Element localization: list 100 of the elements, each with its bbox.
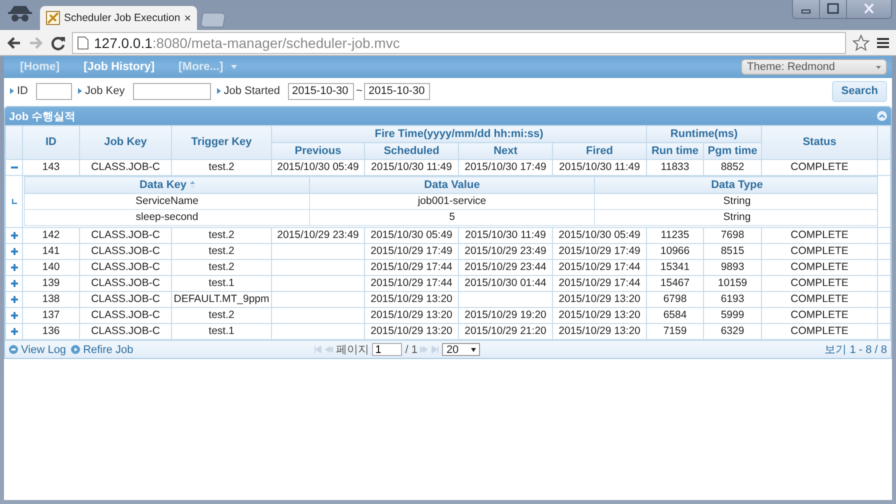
table-cell: 9893 xyxy=(704,260,762,276)
expand-icon[interactable] xyxy=(10,264,18,271)
column-header: Fired xyxy=(552,142,647,160)
page-field[interactable]: 1 xyxy=(372,343,402,356)
table-cell: String xyxy=(594,194,878,210)
text-field[interactable] xyxy=(132,82,211,100)
table-cell: DEFAULT.MT_9ppm xyxy=(172,292,272,308)
column-header: Job Key xyxy=(80,126,172,160)
column-header: Pgm time xyxy=(704,142,762,160)
table-cell: 142 xyxy=(22,228,80,244)
table-cell: test.2 xyxy=(172,244,272,260)
column-group-header: Fire Time(yyyy/mm/dd hh:mi:ss) xyxy=(272,126,647,142)
table-cell: 2015/10/29 13:20 xyxy=(552,292,647,308)
chevron-icon xyxy=(216,88,221,94)
table-cell: 5999 xyxy=(704,308,762,324)
search-button[interactable]: Search xyxy=(832,80,887,102)
table-cell: COMPLETE xyxy=(762,308,878,324)
record-summary: 보기 1 - 8 / 8 xyxy=(824,343,887,357)
expand-icon[interactable] xyxy=(10,280,18,287)
page-favicon-icon xyxy=(46,11,60,25)
expand-icon[interactable] xyxy=(10,248,18,255)
star-icon[interactable] xyxy=(852,34,870,52)
table-cell: CLASS.JOB-C xyxy=(80,292,172,308)
tab-close-button[interactable]: × xyxy=(184,11,192,25)
caret-icon xyxy=(231,65,238,69)
text-field[interactable] xyxy=(36,82,72,100)
expand-icon[interactable] xyxy=(10,232,18,239)
field-label: Job Key xyxy=(85,85,125,97)
close-button[interactable] xyxy=(846,0,891,18)
address-field[interactable]: 127.0.0.1:8080/meta-manager/scheduler-job.mvc xyxy=(72,32,846,54)
column-header[interactable]: Data Key xyxy=(24,176,310,194)
table-cell: COMPLETE xyxy=(762,228,878,244)
page-icon xyxy=(77,36,89,50)
table-cell: 6798 xyxy=(646,292,704,308)
table-cell: CLASS.JOB-C xyxy=(80,244,172,260)
range-separator: ~ xyxy=(356,85,362,97)
caret-icon xyxy=(876,66,881,68)
table-cell: 137 xyxy=(22,308,80,324)
table-cell: test.2 xyxy=(172,308,272,324)
table-cell: 10966 xyxy=(646,244,704,260)
chevron-icon xyxy=(78,88,82,94)
table-cell: 6584 xyxy=(646,308,704,324)
date-field[interactable]: 2015-10-30 xyxy=(288,82,354,100)
table-cell: 8515 xyxy=(704,244,762,260)
table-cell: 6193 xyxy=(704,292,762,308)
table-cell: 2015/10/29 17:44 xyxy=(552,260,647,276)
column-header[interactable]: Data Value xyxy=(310,176,594,194)
column-header: Run time xyxy=(646,142,704,160)
field-label: ID xyxy=(17,85,28,97)
page-total: / 1 xyxy=(405,344,418,356)
column-header: Status xyxy=(762,126,878,160)
table-cell: CLASS.JOB-C xyxy=(80,276,172,292)
back-button[interactable] xyxy=(6,34,22,50)
table-cell: 15341 xyxy=(646,260,704,276)
action-link[interactable]: Refire Job xyxy=(71,344,134,356)
table-cell: 2015/10/29 13:20 xyxy=(364,308,458,324)
expand-icon[interactable] xyxy=(10,312,18,319)
action-link[interactable]: View Log xyxy=(9,344,66,356)
minimize-button[interactable] xyxy=(793,0,819,18)
column-header: Previous xyxy=(272,142,364,160)
table-cell: 2015/10/30 05:49 xyxy=(364,228,458,244)
field-label: Job Started xyxy=(224,85,280,97)
table-cell: 2015/10/30 11:49 xyxy=(458,228,552,244)
table-cell: test.1 xyxy=(172,276,272,292)
table-cell: CLASS.JOB-C xyxy=(80,228,172,244)
menu-icon[interactable] xyxy=(876,36,890,50)
table-cell: COMPLETE xyxy=(762,276,878,292)
table-cell: 10159 xyxy=(704,276,762,292)
table-cell: ServiceName xyxy=(24,194,310,210)
table-cell: CLASS.JOB-C xyxy=(80,260,172,276)
table-cell: 2015/10/29 17:44 xyxy=(552,276,647,292)
collapse-icon[interactable] xyxy=(10,164,18,171)
expand-icon[interactable] xyxy=(10,328,18,335)
collapse-icon[interactable] xyxy=(877,111,887,121)
corner-icon xyxy=(12,199,16,204)
table-cell: COMPLETE xyxy=(762,260,878,276)
chevron-icon xyxy=(10,88,14,94)
column-header: ID xyxy=(22,126,80,160)
table-cell: 2015/10/30 01:44 xyxy=(458,276,552,292)
table-cell: test.2 xyxy=(172,228,272,244)
table-cell: 2015/10/29 13:20 xyxy=(364,292,458,308)
table-cell: CLASS.JOB-C xyxy=(80,308,172,324)
expand-icon[interactable] xyxy=(10,296,18,303)
table-cell: job001-service xyxy=(310,194,594,210)
theme-dropdown[interactable]: Theme: Redmond xyxy=(741,59,887,75)
table-cell: 2015/10/29 17:44 xyxy=(364,260,458,276)
table-cell: 5 xyxy=(310,210,594,226)
page-size-dropdown[interactable]: 20 xyxy=(442,343,480,356)
maximize-button[interactable] xyxy=(819,0,846,18)
table-cell: 15467 xyxy=(646,276,704,292)
column-header: Next xyxy=(458,142,552,160)
column-header[interactable]: Data Type xyxy=(594,176,878,194)
browser-tab[interactable]: Scheduler Job Execution × xyxy=(40,6,198,30)
page-label: 페이지 xyxy=(336,343,370,357)
table-cell: 141 xyxy=(22,244,80,260)
play-circle-icon xyxy=(71,345,80,354)
date-field[interactable]: 2015-10-30 xyxy=(364,82,430,100)
panel-title: Job 수행실적 xyxy=(9,110,76,124)
reload-button[interactable] xyxy=(50,34,66,50)
column-header: Trigger Key xyxy=(172,126,272,160)
